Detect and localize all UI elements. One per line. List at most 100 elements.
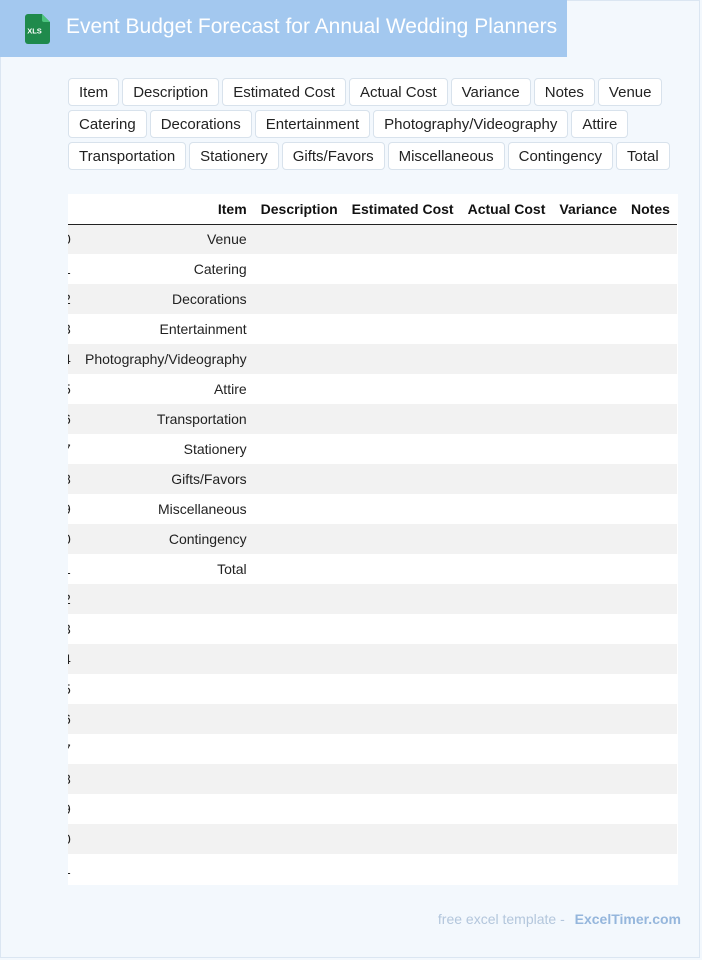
empty-cell[interactable]	[624, 224, 677, 254]
empty-cell[interactable]	[624, 614, 677, 644]
empty-cell[interactable]	[552, 734, 624, 764]
empty-cell[interactable]	[552, 284, 624, 314]
empty-cell[interactable]	[624, 524, 677, 554]
empty-cell[interactable]	[344, 614, 461, 644]
empty-cell[interactable]	[253, 464, 345, 494]
empty-cell[interactable]	[253, 404, 345, 434]
empty-cell[interactable]	[624, 494, 677, 524]
column-chip[interactable]: Venue	[597, 78, 663, 106]
empty-cell[interactable]	[344, 704, 461, 734]
column-chip[interactable]: Catering	[68, 110, 147, 138]
item-cell[interactable]	[78, 824, 254, 854]
item-cell[interactable]: Gifts/Favors	[78, 464, 254, 494]
column-header[interactable]: Notes	[624, 194, 677, 225]
empty-cell[interactable]	[460, 554, 553, 584]
empty-cell[interactable]	[624, 764, 677, 794]
empty-cell[interactable]	[552, 404, 624, 434]
empty-cell[interactable]	[552, 554, 624, 584]
empty-cell[interactable]	[460, 344, 553, 374]
item-cell[interactable]: Decorations	[78, 284, 254, 314]
empty-cell[interactable]	[460, 854, 553, 884]
empty-cell[interactable]	[460, 674, 553, 704]
item-cell[interactable]: Contingency	[78, 524, 254, 554]
column-chip[interactable]: Total	[616, 142, 670, 170]
empty-cell[interactable]	[344, 584, 461, 614]
empty-cell[interactable]	[552, 764, 624, 794]
column-chip[interactable]: Entertainment	[254, 110, 371, 138]
empty-cell[interactable]	[552, 794, 624, 824]
empty-cell[interactable]	[460, 314, 553, 344]
empty-cell[interactable]	[253, 794, 345, 824]
item-cell[interactable]	[78, 794, 254, 824]
column-chip[interactable]: Description	[122, 78, 220, 106]
empty-cell[interactable]	[344, 494, 461, 524]
empty-cell[interactable]	[552, 674, 624, 704]
empty-cell[interactable]	[344, 764, 461, 794]
empty-cell[interactable]	[344, 644, 461, 674]
column-header[interactable]: Variance	[552, 194, 624, 225]
empty-cell[interactable]	[552, 854, 624, 884]
empty-cell[interactable]	[253, 704, 345, 734]
empty-cell[interactable]	[624, 584, 677, 614]
column-chip[interactable]: Attire	[571, 110, 629, 138]
empty-cell[interactable]	[253, 314, 345, 344]
empty-cell[interactable]	[552, 314, 624, 344]
empty-cell[interactable]	[460, 824, 553, 854]
empty-cell[interactable]	[624, 554, 677, 584]
item-cell[interactable]	[78, 764, 254, 794]
empty-cell[interactable]	[253, 224, 345, 254]
empty-cell[interactable]	[460, 374, 553, 404]
empty-cell[interactable]	[624, 854, 677, 884]
item-cell[interactable]: Stationery	[78, 434, 254, 464]
item-cell[interactable]: Attire	[78, 374, 254, 404]
empty-cell[interactable]	[460, 404, 553, 434]
empty-cell[interactable]	[460, 224, 553, 254]
empty-cell[interactable]	[624, 284, 677, 314]
empty-cell[interactable]	[253, 674, 345, 704]
item-cell[interactable]: Venue	[78, 224, 254, 254]
empty-cell[interactable]	[552, 224, 624, 254]
empty-cell[interactable]	[460, 614, 553, 644]
empty-cell[interactable]	[344, 824, 461, 854]
empty-cell[interactable]	[253, 824, 345, 854]
empty-cell[interactable]	[344, 374, 461, 404]
empty-cell[interactable]	[253, 524, 345, 554]
item-cell[interactable]	[78, 644, 254, 674]
empty-cell[interactable]	[344, 734, 461, 764]
empty-cell[interactable]	[344, 404, 461, 434]
empty-cell[interactable]	[344, 554, 461, 584]
empty-cell[interactable]	[460, 644, 553, 674]
empty-cell[interactable]	[460, 704, 553, 734]
empty-cell[interactable]	[552, 254, 624, 284]
empty-cell[interactable]	[624, 404, 677, 434]
item-cell[interactable]	[78, 734, 254, 764]
empty-cell[interactable]	[460, 434, 553, 464]
column-chip[interactable]: Actual Cost	[348, 78, 448, 106]
empty-cell[interactable]	[552, 464, 624, 494]
column-header[interactable]: Actual Cost	[460, 194, 553, 225]
column-chip[interactable]: Variance	[450, 78, 531, 106]
column-header[interactable]: Description	[253, 194, 345, 225]
column-chip[interactable]: Stationery	[189, 142, 279, 170]
empty-cell[interactable]	[552, 374, 624, 404]
item-cell[interactable]	[78, 704, 254, 734]
empty-cell[interactable]	[460, 254, 553, 284]
empty-cell[interactable]	[624, 434, 677, 464]
item-cell[interactable]: Total	[78, 554, 254, 584]
empty-cell[interactable]	[624, 464, 677, 494]
empty-cell[interactable]	[253, 374, 345, 404]
empty-cell[interactable]	[344, 464, 461, 494]
empty-cell[interactable]	[624, 644, 677, 674]
column-header[interactable]: Estimated Cost	[344, 194, 461, 225]
empty-cell[interactable]	[460, 584, 553, 614]
empty-cell[interactable]	[624, 734, 677, 764]
empty-cell[interactable]	[460, 734, 553, 764]
column-chip[interactable]: Notes	[533, 78, 595, 106]
empty-cell[interactable]	[253, 584, 345, 614]
empty-cell[interactable]	[552, 494, 624, 524]
empty-cell[interactable]	[253, 344, 345, 374]
column-chip[interactable]: Transportation	[68, 142, 187, 170]
empty-cell[interactable]	[624, 314, 677, 344]
column-chip[interactable]: Decorations	[149, 110, 252, 138]
empty-cell[interactable]	[552, 704, 624, 734]
